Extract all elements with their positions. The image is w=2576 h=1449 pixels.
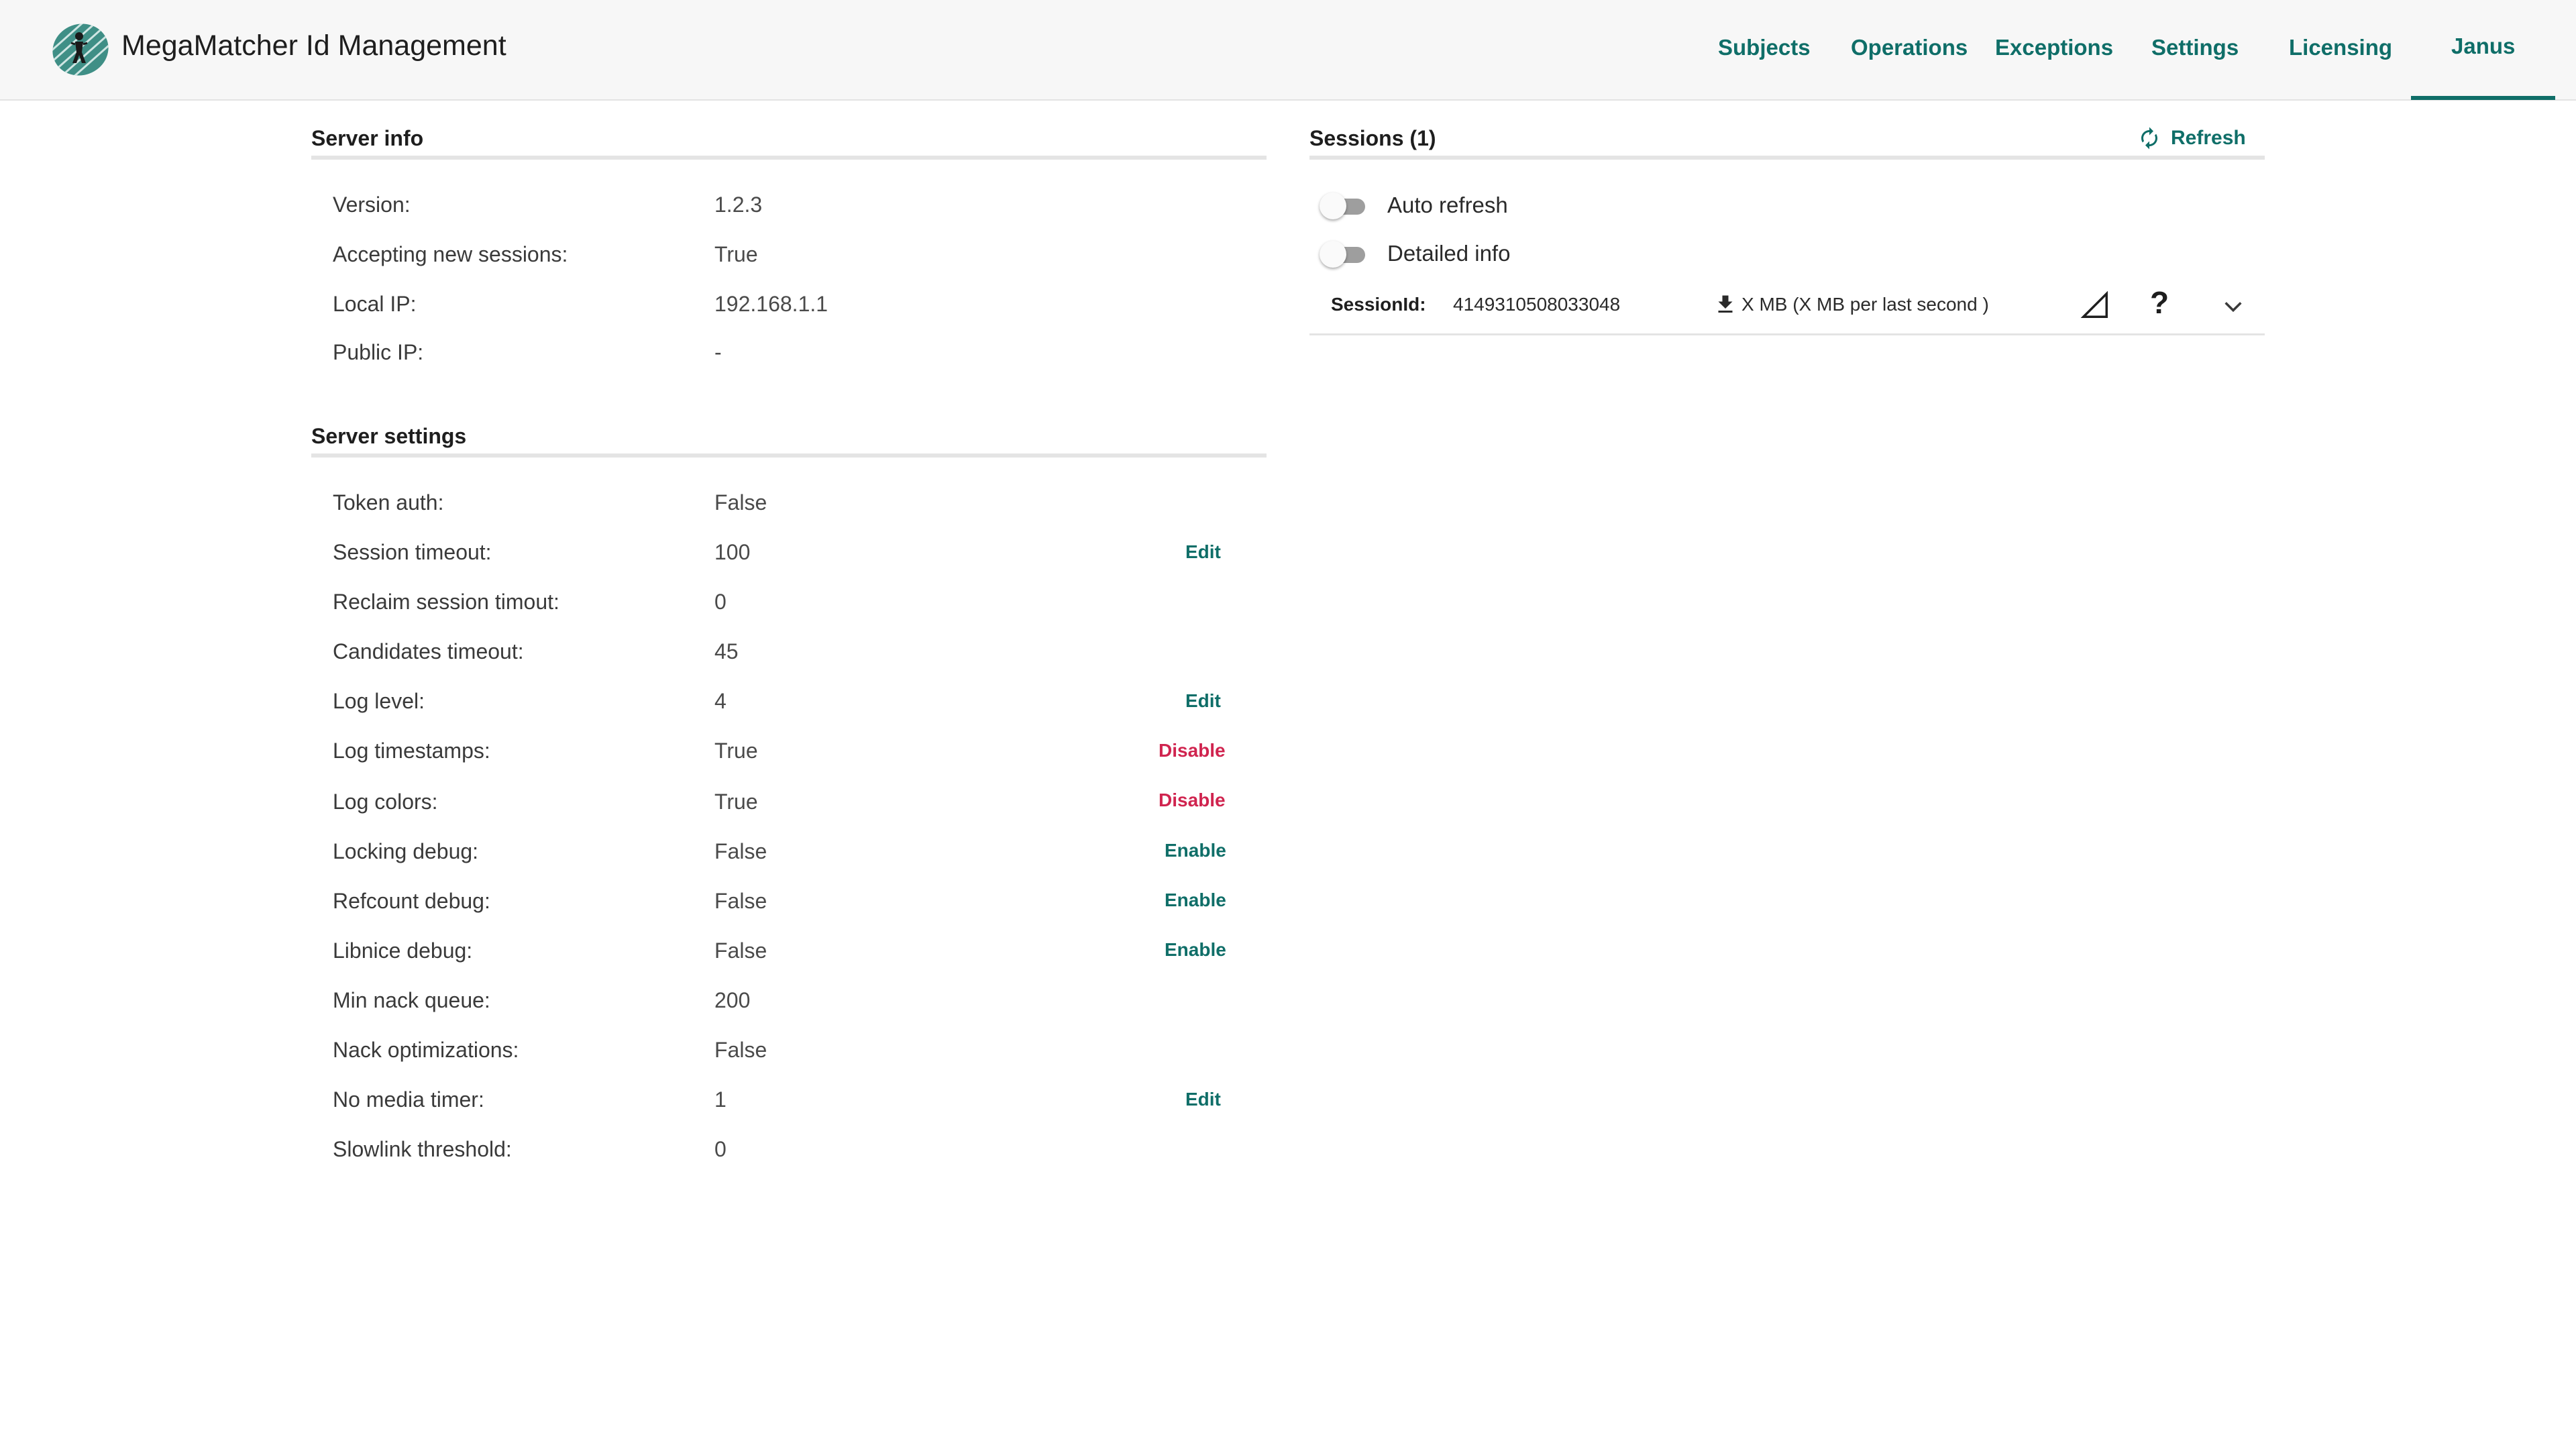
libnice-debug-label: Libnice debug: [333, 938, 473, 963]
log-level-edit-button[interactable]: Edit [1185, 690, 1221, 712]
session-row: SessionId: 4149310508033048 X MB (X MB p… [1309, 282, 2265, 335]
locking-debug-label: Locking debug: [333, 839, 479, 863]
libnice-debug-value: False [714, 938, 767, 963]
reclaim-timeout-label: Reclaim session timout: [333, 590, 559, 614]
auto-refresh-label: Auto refresh [1387, 193, 1508, 217]
app-header: MegaMatcher Id Management Subjects Opera… [0, 0, 2576, 101]
session-timeout-edit-button[interactable]: Edit [1185, 541, 1221, 563]
accepting-sessions-value: True [714, 242, 758, 266]
toggle-thumb [1320, 241, 1346, 268]
detailed-info-label: Detailed info [1387, 241, 1511, 266]
nav-settings[interactable]: Settings [2151, 35, 2239, 60]
slowlink-threshold-label: Slowlink threshold: [333, 1137, 512, 1161]
no-media-timer-label: No media timer: [333, 1087, 484, 1112]
locking-debug-enable-button[interactable]: Enable [1165, 840, 1226, 861]
session-id-value: 4149310508033048 [1453, 294, 1621, 315]
no-media-timer-value: 1 [714, 1087, 727, 1112]
app-logo [51, 21, 110, 76]
nav-subjects[interactable]: Subjects [1718, 35, 1811, 60]
candidates-timeout-value: 45 [714, 639, 739, 663]
token-auth-label: Token auth: [333, 490, 444, 515]
nav-janus[interactable]: Janus [2451, 34, 2515, 59]
refcount-debug-value: False [714, 889, 767, 913]
accepting-sessions-label: Accepting new sessions: [333, 242, 568, 266]
nav-exceptions[interactable]: Exceptions [1995, 35, 2113, 60]
token-auth-value: False [714, 490, 767, 515]
nack-optimizations-label: Nack optimizations: [333, 1038, 519, 1062]
log-colors-disable-button[interactable]: Disable [1159, 790, 1226, 811]
public-ip-value: - [714, 340, 722, 364]
log-colors-value: True [714, 790, 758, 814]
refresh-button[interactable]: Refresh [2137, 123, 2246, 153]
app-title: MegaMatcher Id Management [121, 30, 506, 62]
log-level-value: 4 [714, 689, 727, 713]
public-ip-label: Public IP: [333, 340, 424, 364]
log-timestamps-value: True [714, 739, 758, 763]
reclaim-timeout-value: 0 [714, 590, 727, 614]
min-nack-queue-value: 200 [714, 988, 751, 1012]
server-info-title: Server info [311, 126, 424, 150]
server-settings-title: Server settings [311, 424, 467, 448]
help-icon[interactable]: ? [2150, 284, 2169, 321]
log-timestamps-disable-button[interactable]: Disable [1159, 740, 1226, 761]
auto-refresh-toggle[interactable] [1320, 190, 1372, 219]
refresh-icon [2141, 127, 2157, 150]
candidates-timeout-label: Candidates timeout: [333, 639, 524, 663]
refcount-debug-enable-button[interactable]: Enable [1165, 890, 1226, 911]
min-nack-queue-label: Min nack queue: [333, 988, 490, 1012]
session-transfer-size: X MB (X MB per last second ) [1741, 294, 1989, 315]
libnice-debug-enable-button[interactable]: Enable [1165, 939, 1226, 961]
signal-icon[interactable] [2080, 290, 2110, 321]
refcount-debug-label: Refcount debug: [333, 889, 490, 913]
sessions-title: Sessions (1) [1309, 126, 1436, 150]
local-ip-label: Local IP: [333, 292, 417, 316]
refresh-label: Refresh [2171, 127, 2246, 149]
log-timestamps-label: Log timestamps: [333, 739, 490, 763]
server-info-divider [311, 156, 1267, 160]
log-colors-label: Log colors: [333, 790, 438, 814]
slowlink-threshold-value: 0 [714, 1137, 727, 1161]
session-id-label: SessionId: [1331, 294, 1426, 315]
session-timeout-label: Session timeout: [333, 540, 492, 564]
detailed-info-toggle[interactable] [1320, 238, 1372, 268]
nav-licensing[interactable]: Licensing [2289, 35, 2392, 60]
log-level-label: Log level: [333, 689, 425, 713]
server-settings-divider [311, 453, 1267, 458]
nav-operations[interactable]: Operations [1851, 35, 1968, 60]
no-media-timer-edit-button[interactable]: Edit [1185, 1089, 1221, 1110]
locking-debug-value: False [714, 839, 767, 863]
session-timeout-value: 100 [714, 540, 751, 564]
version-value: 1.2.3 [714, 193, 763, 217]
nack-optimizations-value: False [714, 1038, 767, 1062]
toggle-thumb [1320, 193, 1346, 219]
local-ip-value: 192.168.1.1 [714, 292, 828, 316]
version-label: Version: [333, 193, 411, 217]
sessions-divider [1309, 156, 2265, 160]
download-icon [1718, 295, 1733, 313]
nav-active-indicator [2411, 96, 2555, 100]
chevron-down-icon[interactable] [2222, 298, 2245, 315]
